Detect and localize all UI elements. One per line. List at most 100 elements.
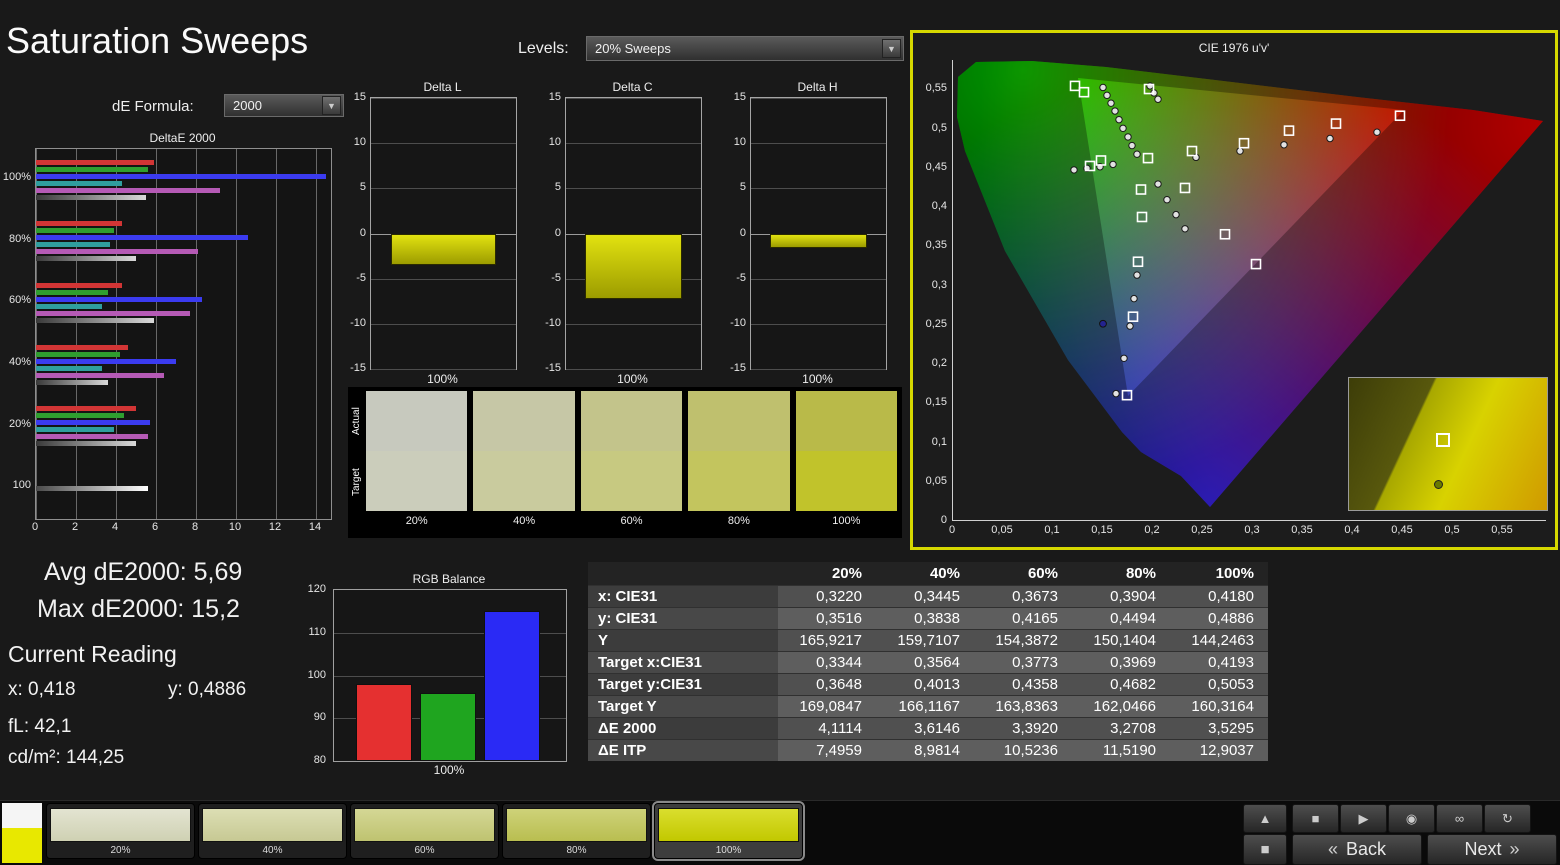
- table-cell: 11,5190: [1072, 739, 1170, 761]
- record-button[interactable]: ◉: [1388, 804, 1435, 833]
- measurement-point: [1146, 82, 1154, 90]
- bar: [36, 221, 122, 227]
- measurement-point: [1326, 134, 1334, 143]
- patch-preview: [2, 803, 42, 863]
- measurement-point: [1099, 83, 1107, 92]
- delta-c-chart: [565, 97, 702, 370]
- back-button[interactable]: « Back: [1292, 834, 1422, 865]
- table-row: Target x:CIE31 0,3344 0,3564 0,3773 0,3969 0,…: [588, 651, 1268, 674]
- sweep-data-table: 20% 40% 60% 80% 100% x: CIE31 0,3220 0,3445 0,36…: [588, 562, 1268, 761]
- bar-red: [356, 684, 412, 761]
- patch-label: 80%: [566, 845, 587, 856]
- de-formula-dropdown[interactable]: 2000 ▼: [224, 94, 344, 117]
- actual-swatch: [366, 391, 468, 451]
- bar: [36, 351, 120, 357]
- delta-l-title: Delta L: [423, 80, 462, 94]
- table-row: ΔE 2000 4,1114 3,6146 3,3920 3,2708 3,5295: [588, 717, 1268, 740]
- bar: [36, 441, 136, 447]
- patch-preview-color: [2, 828, 42, 863]
- x-tick-label: 0,3: [1244, 524, 1260, 536]
- bar: [36, 427, 114, 433]
- reading-cdm2: cd/m²: 144,25: [8, 747, 125, 768]
- target-swatch: [688, 451, 790, 511]
- levels-dropdown[interactable]: 20% Sweeps ▼: [586, 36, 904, 61]
- patch-button-100%[interactable]: 100%: [652, 801, 805, 861]
- y-tick-label: -15: [545, 362, 561, 374]
- y-tick-label: 0,35: [925, 239, 947, 252]
- table-cell: 0,3564: [876, 651, 974, 674]
- x-tick-label: 10: [228, 521, 242, 533]
- stop-button[interactable]: ■: [1292, 804, 1339, 833]
- stop-icon: ■: [1311, 811, 1320, 826]
- actual-swatch: [473, 391, 575, 451]
- column-header: 20%: [778, 562, 876, 586]
- column-header: 100%: [1170, 562, 1268, 586]
- table-cell: 0,3220: [778, 585, 876, 608]
- bar: [36, 372, 164, 378]
- target-swatch: [366, 451, 468, 511]
- screen-icon: ■: [1260, 841, 1270, 858]
- de-formula-value: 2000: [233, 98, 262, 113]
- pattern-window-button[interactable]: ■: [1243, 834, 1287, 865]
- table-row: Target Y 169,0847 166,1167 163,8363 162,0466…: [588, 695, 1268, 718]
- bar-group: [36, 457, 331, 519]
- gridline: [566, 143, 701, 145]
- gridline: [566, 188, 701, 190]
- delta-l-chart: [370, 97, 517, 370]
- y-tick-label: 0,1: [931, 435, 947, 448]
- patch-button-40%[interactable]: 40%: [198, 803, 347, 859]
- patch-button-20%[interactable]: 20%: [46, 803, 195, 859]
- saturation-sweeps-screen: Saturation Sweeps dE Formula: 2000 ▼ Lev…: [0, 0, 1560, 865]
- next-button[interactable]: Next »: [1427, 834, 1557, 865]
- refresh-icon: ↻: [1502, 810, 1513, 826]
- deltae-chart: [35, 148, 332, 520]
- y-tick-label: -5: [551, 271, 561, 284]
- table-cell: 163,8363: [974, 695, 1072, 718]
- table-cell: 0,4494: [1072, 607, 1170, 630]
- x-tick-label: 8: [191, 521, 199, 533]
- bar: [36, 311, 190, 317]
- patch-button-60%[interactable]: 60%: [350, 803, 499, 859]
- row-label: Target Y: [588, 695, 778, 718]
- patch-label: 60%: [414, 845, 435, 856]
- target-swatch: [795, 451, 898, 511]
- back-chevron-icon: «: [1327, 839, 1338, 859]
- y-tick-label: 80: [313, 754, 326, 766]
- continuous-read-button[interactable]: ∞: [1436, 804, 1483, 833]
- y-tick-label: -10: [730, 316, 746, 329]
- table-cell: 165,9217: [778, 629, 876, 652]
- table-cell: 3,2708: [1072, 717, 1170, 740]
- swatch-column: 80%: [688, 391, 790, 534]
- y-tick-label: 5: [359, 181, 366, 194]
- bottom-bar: 20% 40% 60% 80% 100% ▲ ■ ▶ ◉ ∞ ↻ ■ « Back Ne…: [0, 800, 1560, 865]
- measurement-point-dark: [1099, 319, 1107, 328]
- rgb-balance-xlabel: 100%: [433, 763, 465, 777]
- column-header: 80%: [1072, 562, 1170, 586]
- bar: [36, 228, 114, 234]
- bar: [36, 420, 150, 426]
- y-tick-label: 120: [307, 583, 326, 595]
- swatch-column: 20%: [366, 391, 468, 534]
- y-tick-label: 10: [733, 136, 746, 149]
- patch-swatch: [658, 808, 799, 842]
- y-tick-label: 0: [554, 226, 561, 239]
- measurement-point: [1130, 294, 1138, 303]
- measurement-point: [1373, 128, 1381, 136]
- play-button[interactable]: ▶: [1340, 804, 1387, 833]
- corner-cell: [588, 562, 778, 586]
- swatch-label: 40%: [513, 514, 536, 527]
- collapse-button[interactable]: ▲: [1243, 804, 1287, 833]
- swatch-label: 100%: [832, 514, 861, 527]
- table-cell: 159,7107: [876, 629, 974, 652]
- gridline: [371, 323, 516, 325]
- bar: [36, 166, 148, 172]
- patch-swatch: [202, 808, 343, 842]
- table-row: ΔE ITP 7,4959 8,9814 10,5236 11,5190 12,9037: [588, 739, 1268, 761]
- measurement-point: [1280, 141, 1288, 149]
- delta-h-xlabel: 100%: [802, 372, 833, 386]
- table-cell: 169,0847: [778, 695, 876, 718]
- refresh-button[interactable]: ↻: [1484, 804, 1531, 833]
- y-tick-label: 0,55: [925, 82, 947, 95]
- patch-button-80%[interactable]: 80%: [502, 803, 651, 859]
- bar: [36, 406, 136, 412]
